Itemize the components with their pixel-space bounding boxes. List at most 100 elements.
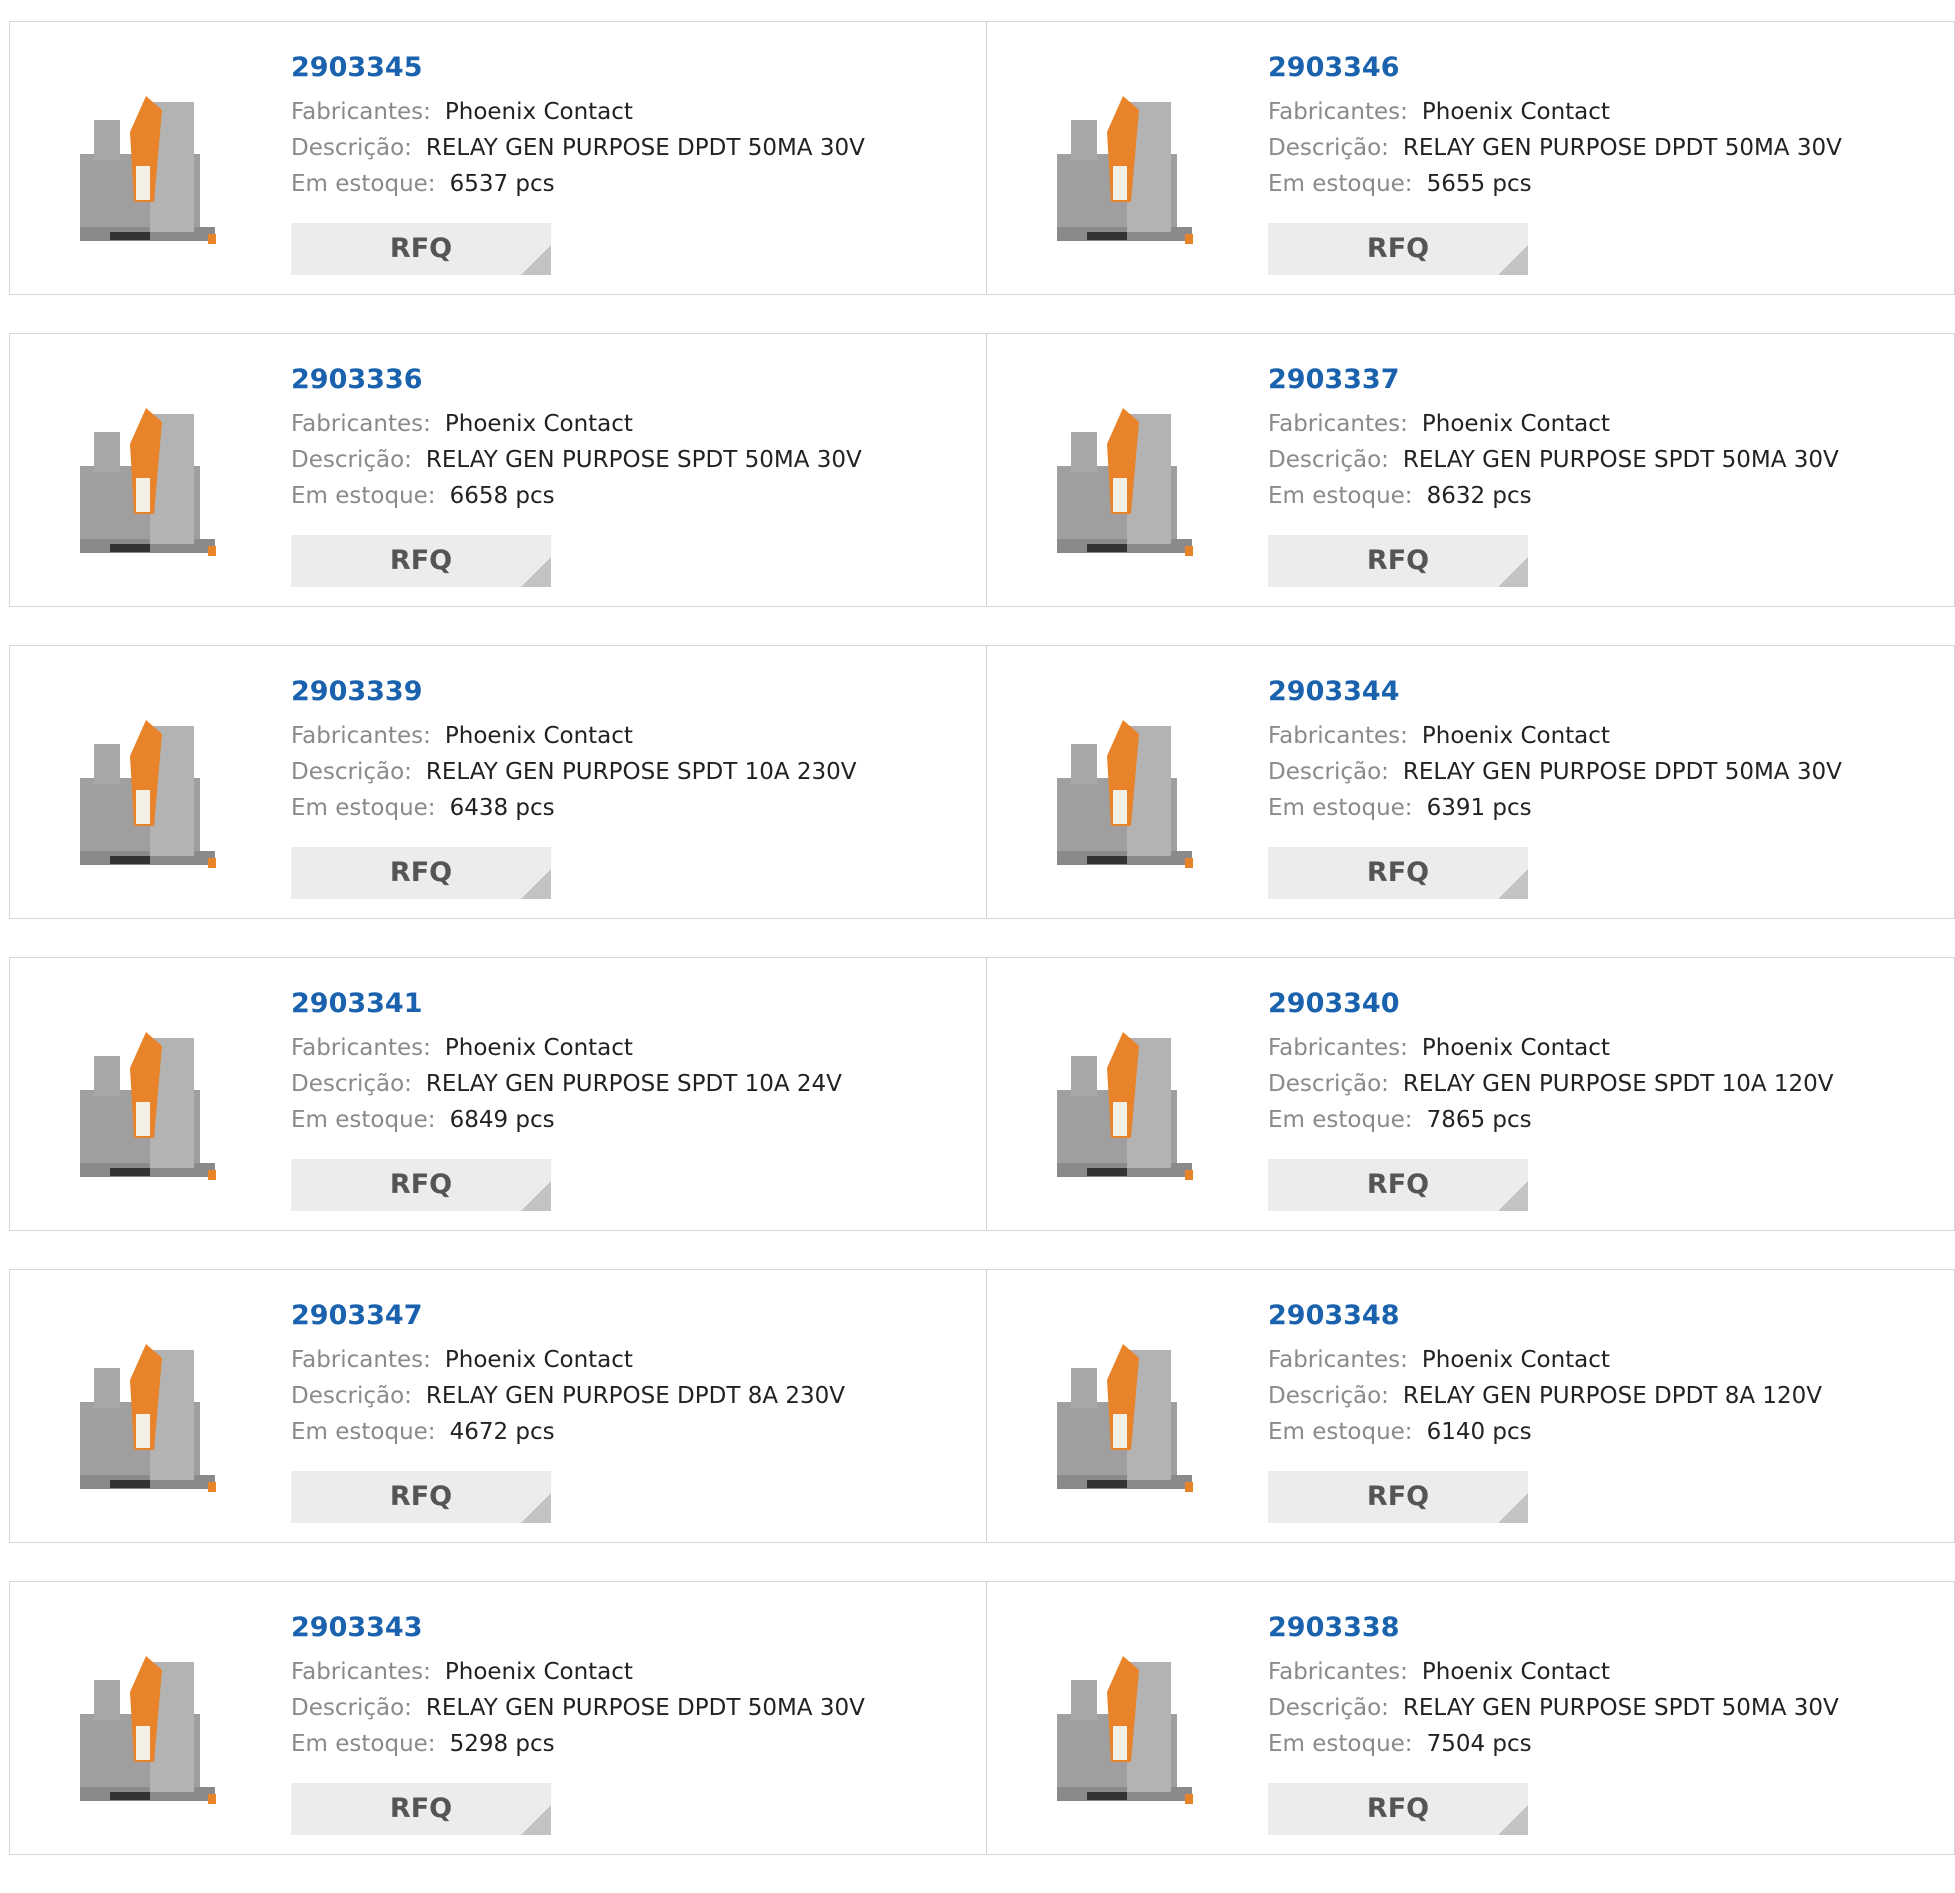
corner-triangle-icon <box>1498 245 1528 275</box>
stock-unit: pcs <box>1492 1107 1532 1133</box>
description-label: Descrição: <box>291 135 412 161</box>
product-image[interactable] <box>50 374 250 574</box>
rfq-button[interactable]: RFQ <box>291 847 551 899</box>
stock-label: Em estoque: <box>1268 171 1413 197</box>
stock-unit: pcs <box>1492 1419 1532 1445</box>
rfq-button[interactable]: RFQ <box>291 535 551 587</box>
manufacturer-row: Fabricantes: Phoenix Contact <box>1268 1342 1822 1378</box>
product-card: 2903339 Fabricantes: Phoenix Contact Desc… <box>9 645 987 919</box>
corner-triangle-icon <box>1498 1493 1528 1523</box>
product-info: 2903337 Fabricantes: Phoenix Contact Desc… <box>1268 362 1839 514</box>
rfq-button[interactable]: RFQ <box>291 223 551 275</box>
stock-label: Em estoque: <box>291 1419 436 1445</box>
stock-row: Em estoque: 4672 pcs <box>291 1414 845 1450</box>
rfq-label: RFQ <box>1366 1169 1430 1200</box>
stock-row: Em estoque: 6391 pcs <box>1268 790 1842 826</box>
relay-compact-icon <box>1057 720 1193 868</box>
manufacturer-value: Phoenix Contact <box>444 411 633 437</box>
product-image[interactable] <box>50 686 250 886</box>
manufacturer-row: Fabricantes: Phoenix Contact <box>291 1342 845 1378</box>
rfq-label: RFQ <box>1366 1481 1430 1512</box>
product-card: 2903346 Fabricantes: Phoenix Contact Desc… <box>987 21 1955 295</box>
stock-unit: pcs <box>515 1731 555 1757</box>
stock-value: 5655 <box>1426 171 1486 197</box>
description-value: RELAY GEN PURPOSE DPDT 8A 120V <box>1402 1383 1823 1409</box>
part-number-link[interactable]: 2903340 <box>1268 986 1834 1022</box>
stock-label: Em estoque: <box>1268 1419 1413 1445</box>
rfq-button[interactable]: RFQ <box>1268 1783 1528 1835</box>
part-number-link[interactable]: 2903347 <box>291 1298 845 1334</box>
corner-triangle-icon <box>1498 557 1528 587</box>
product-row: 2903341 Fabricantes: Phoenix Contact Desc… <box>9 957 1955 1231</box>
part-number-link[interactable]: 2903338 <box>1268 1610 1839 1646</box>
product-info: 2903345 Fabricantes: Phoenix Contact Desc… <box>291 50 865 202</box>
product-card: 2903347 Fabricantes: Phoenix Contact Desc… <box>9 1269 987 1543</box>
stock-row: Em estoque: 6140 pcs <box>1268 1414 1822 1450</box>
rfq-label: RFQ <box>389 1481 453 1512</box>
rfq-button[interactable]: RFQ <box>1268 1159 1528 1211</box>
corner-triangle-icon <box>521 245 551 275</box>
product-info: 2903339 Fabricantes: Phoenix Contact Desc… <box>291 674 857 826</box>
description-label: Descrição: <box>291 1695 412 1721</box>
description-label: Descrição: <box>291 447 412 473</box>
description-row: Descrição: RELAY GEN PURPOSE SPDT 10A 24V <box>291 1066 842 1102</box>
product-image[interactable] <box>50 998 250 1198</box>
stock-label: Em estoque: <box>1268 795 1413 821</box>
product-image[interactable] <box>50 1622 250 1822</box>
manufacturer-label: Fabricantes: <box>1268 1659 1408 1685</box>
part-number-link[interactable]: 2903345 <box>291 50 865 86</box>
product-image[interactable] <box>1027 998 1227 1198</box>
description-value: RELAY GEN PURPOSE DPDT 50MA 30V <box>425 135 865 161</box>
manufacturer-label: Fabricantes: <box>291 411 431 437</box>
product-grid: 2903345 Fabricantes: Phoenix Contact Desc… <box>9 21 1955 1893</box>
product-image[interactable] <box>1027 686 1227 886</box>
product-image[interactable] <box>1027 62 1227 262</box>
part-number-link[interactable]: 2903337 <box>1268 362 1839 398</box>
manufacturer-label: Fabricantes: <box>1268 411 1408 437</box>
part-number-link[interactable]: 2903346 <box>1268 50 1842 86</box>
relay-block-icon <box>1057 408 1193 556</box>
description-row: Descrição: RELAY GEN PURPOSE DPDT 8A 230V <box>291 1378 845 1414</box>
description-label: Descrição: <box>1268 447 1389 473</box>
manufacturer-row: Fabricantes: Phoenix Contact <box>1268 1030 1834 1066</box>
part-number-link[interactable]: 2903339 <box>291 674 857 710</box>
stock-value: 5298 <box>449 1731 509 1757</box>
stock-label: Em estoque: <box>291 1731 436 1757</box>
product-image[interactable] <box>1027 1622 1227 1822</box>
part-number-link[interactable]: 2903341 <box>291 986 842 1022</box>
product-info: 2903348 Fabricantes: Phoenix Contact Desc… <box>1268 1298 1822 1450</box>
rfq-button[interactable]: RFQ <box>291 1783 551 1835</box>
description-label: Descrição: <box>1268 135 1389 161</box>
stock-unit: pcs <box>515 483 555 509</box>
product-row: 2903336 Fabricantes: Phoenix Contact Desc… <box>9 333 1955 607</box>
product-card: 2903343 Fabricantes: Phoenix Contact Desc… <box>9 1581 987 1855</box>
product-card: 2903348 Fabricantes: Phoenix Contact Desc… <box>987 1269 1955 1543</box>
part-number-link[interactable]: 2903343 <box>291 1610 865 1646</box>
stock-label: Em estoque: <box>1268 483 1413 509</box>
product-image[interactable] <box>50 62 250 262</box>
description-row: Descrição: RELAY GEN PURPOSE SPDT 50MA 30… <box>1268 1690 1839 1726</box>
relay-tall-icon <box>1057 1032 1193 1180</box>
manufacturer-value: Phoenix Contact <box>444 99 633 125</box>
stock-unit: pcs <box>515 1107 555 1133</box>
part-number-link[interactable]: 2903344 <box>1268 674 1842 710</box>
description-row: Descrição: RELAY GEN PURPOSE DPDT 50MA 30… <box>1268 754 1842 790</box>
product-row: 2903345 Fabricantes: Phoenix Contact Desc… <box>9 21 1955 295</box>
stock-value: 6849 <box>449 1107 509 1133</box>
manufacturer-label: Fabricantes: <box>1268 1035 1408 1061</box>
rfq-button[interactable]: RFQ <box>291 1471 551 1523</box>
product-image[interactable] <box>1027 374 1227 574</box>
rfq-button[interactable]: RFQ <box>1268 847 1528 899</box>
rfq-button[interactable]: RFQ <box>1268 223 1528 275</box>
description-label: Descrição: <box>1268 759 1389 785</box>
product-card: 2903345 Fabricantes: Phoenix Contact Desc… <box>9 21 987 295</box>
rfq-button[interactable]: RFQ <box>1268 535 1528 587</box>
manufacturer-value: Phoenix Contact <box>444 1035 633 1061</box>
rfq-button[interactable]: RFQ <box>291 1159 551 1211</box>
product-image[interactable] <box>1027 1310 1227 1510</box>
description-value: RELAY GEN PURPOSE SPDT 50MA 30V <box>1402 447 1839 473</box>
rfq-button[interactable]: RFQ <box>1268 1471 1528 1523</box>
product-image[interactable] <box>50 1310 250 1510</box>
part-number-link[interactable]: 2903348 <box>1268 1298 1822 1334</box>
part-number-link[interactable]: 2903336 <box>291 362 862 398</box>
